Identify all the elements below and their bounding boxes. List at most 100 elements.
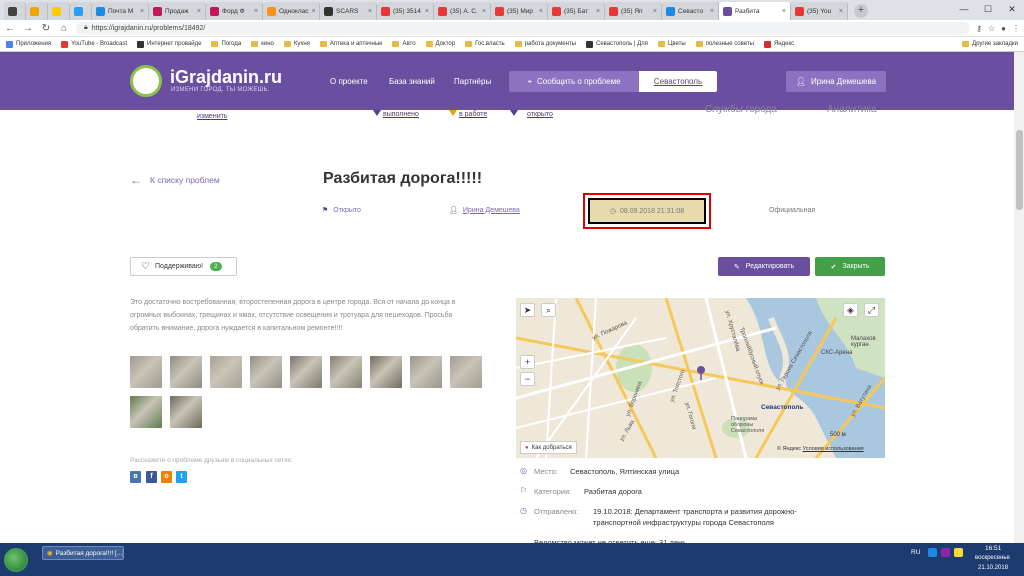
bookmark-item[interactable]: YouTube - Broadcast <box>61 40 127 48</box>
photo-thumbnail[interactable] <box>250 356 282 388</box>
home-icon[interactable]: ⌂ <box>58 23 70 34</box>
tab-close-icon[interactable]: × <box>539 8 543 15</box>
photo-thumbnail[interactable] <box>330 356 362 388</box>
filter-done[interactable]: выполнено <box>383 111 419 118</box>
tab-close-icon[interactable]: × <box>254 8 258 15</box>
bookmark-item[interactable]: Приложения <box>6 40 51 48</box>
browser-tab[interactable] <box>70 2 92 20</box>
logo-title[interactable]: iGrajdanin.ru <box>170 67 282 88</box>
report-problem-button[interactable]: ⌖ Сообщить о проблеме <box>509 71 639 92</box>
fullscreen-icon[interactable]: ⤢ <box>864 303 879 317</box>
minimize-icon[interactable]: — <box>952 0 976 18</box>
photo-thumbnail[interactable] <box>410 356 442 388</box>
zoom-in-button[interactable]: + <box>520 355 535 369</box>
layers-icon[interactable]: ◈ <box>843 303 858 317</box>
tab-close-icon[interactable]: × <box>839 8 843 15</box>
browser-tab[interactable]: Форд Ф × <box>206 2 263 20</box>
bookmark-item[interactable]: работа документы <box>514 41 576 47</box>
photo-thumbnail[interactable] <box>450 356 482 388</box>
browser-tab[interactable]: Продаж × <box>149 2 206 20</box>
facebook-share-icon[interactable]: f <box>146 471 157 483</box>
tab-close-icon[interactable]: × <box>782 8 786 15</box>
extension-icon[interactable]: ● <box>1001 24 1006 33</box>
bookmark-item[interactable]: кино <box>251 41 274 47</box>
city-services-link[interactable]: Службы города <box>705 104 777 115</box>
close-problem-button[interactable]: ✔ Закрыть <box>815 257 885 276</box>
menu-icon[interactable]: ⋮ <box>1012 24 1020 33</box>
tab-close-icon[interactable]: × <box>425 8 429 15</box>
start-button[interactable] <box>4 548 28 572</box>
back-arrow-icon[interactable]: ← <box>4 23 16 34</box>
page-scrollbar[interactable] <box>1014 52 1024 543</box>
geolocate-icon[interactable]: ➤ <box>520 303 535 317</box>
map-terms-link[interactable]: Условия использования <box>803 446 864 452</box>
browser-tab[interactable]: (35) 3514 × <box>377 2 434 20</box>
other-bookmarks[interactable]: Другие закладки <box>962 41 1018 47</box>
language-indicator[interactable]: RU <box>911 549 920 556</box>
logo-icon[interactable] <box>130 65 162 97</box>
photo-thumbnail[interactable] <box>130 396 162 428</box>
tab-close-icon[interactable]: × <box>482 8 486 15</box>
key-icon[interactable]: ⚷ <box>976 24 982 33</box>
browser-tab[interactable]: SCARS × <box>320 2 377 20</box>
twitter-share-icon[interactable]: t <box>176 471 187 483</box>
bookmark-item[interactable]: Яндекс <box>763 40 794 48</box>
scrollbar-thumb[interactable] <box>1016 130 1023 210</box>
star-icon[interactable]: ☆ <box>988 24 995 33</box>
tab-close-icon[interactable]: × <box>596 8 600 15</box>
tab-close-icon[interactable]: × <box>140 8 144 15</box>
tab-close-icon[interactable]: × <box>653 8 657 15</box>
tray-app-icon[interactable] <box>941 548 950 557</box>
forward-arrow-icon[interactable]: → <box>22 23 34 34</box>
browser-tab[interactable] <box>26 2 48 20</box>
analytics-link[interactable]: Аналитика <box>827 104 877 115</box>
bookmark-item[interactable]: Интернет провайде <box>137 40 201 48</box>
tab-close-icon[interactable]: × <box>197 8 201 15</box>
back-to-list-link[interactable]: ← К списку проблем <box>130 173 220 187</box>
nav-about[interactable]: О проекте <box>330 77 368 86</box>
browser-tab[interactable]: Почта М × <box>92 2 149 20</box>
bookmark-item[interactable]: Севастополь | Для <box>586 40 648 48</box>
bookmark-item[interactable]: Авто <box>392 41 416 47</box>
url-field[interactable]: 🔒︎ https://igrajdanin.ru/problems/18492/ <box>76 21 971 35</box>
edit-button[interactable]: ✎ Редактировать <box>718 257 810 276</box>
browser-tab[interactable] <box>4 2 26 20</box>
bookmark-item[interactable]: полезные советы <box>695 41 754 47</box>
bookmark-item[interactable]: Цветы <box>657 41 686 47</box>
user-menu-button[interactable]: 👤︎ Ирина Демешева <box>786 71 886 92</box>
browser-tab[interactable]: (35) А. С. × <box>434 2 491 20</box>
bookmark-item[interactable]: Аптека и аптечные <box>319 41 382 47</box>
tab-close-icon[interactable]: × <box>368 8 372 15</box>
author-link[interactable]: Ирина Демешева <box>463 207 520 214</box>
close-window-icon[interactable]: ✕ <box>1000 0 1024 18</box>
photo-thumbnail[interactable] <box>370 356 402 388</box>
support-button[interactable]: ♡ Поддерживаю! 2 <box>130 257 237 276</box>
route-button[interactable]: ● Как добраться <box>520 441 577 454</box>
zoom-out-button[interactable]: − <box>520 372 535 386</box>
odnoklassniki-share-icon[interactable]: о <box>161 471 172 483</box>
filter-open[interactable]: открыто <box>527 111 553 118</box>
bookmark-item[interactable]: Погода <box>211 41 241 47</box>
reload-icon[interactable]: ↻ <box>40 23 52 34</box>
nav-partners[interactable]: Партнёры <box>454 77 491 86</box>
map-search-icon[interactable]: ⌕ <box>541 303 556 317</box>
filter-in-work[interactable]: в работе <box>459 111 487 118</box>
problem-marker[interactable] <box>697 366 705 374</box>
photo-thumbnail[interactable] <box>290 356 322 388</box>
photo-thumbnail[interactable] <box>210 356 242 388</box>
browser-tab[interactable] <box>48 2 70 20</box>
nav-knowledge-base[interactable]: База знаний <box>389 77 435 86</box>
change-city-link[interactable]: изменить <box>197 113 227 120</box>
browser-tab[interactable]: (35) You × <box>791 2 848 20</box>
tab-close-icon[interactable]: × <box>710 8 714 15</box>
tray-app-icon[interactable] <box>954 548 963 557</box>
bookmark-item[interactable]: Доктор <box>425 41 455 47</box>
vk-share-icon[interactable]: в <box>130 471 141 483</box>
bookmark-item[interactable]: Гос.власть <box>465 41 505 47</box>
browser-tab[interactable]: (35) Яп × <box>605 2 662 20</box>
browser-tab[interactable]: Разбита × <box>719 2 791 20</box>
browser-tab[interactable]: Одноклас × <box>263 2 320 20</box>
photo-thumbnail[interactable] <box>130 356 162 388</box>
taskbar-chrome-window[interactable]: ◉ Разбитая дорога!!!! [...] <box>42 546 124 560</box>
tab-close-icon[interactable]: × <box>312 8 316 15</box>
